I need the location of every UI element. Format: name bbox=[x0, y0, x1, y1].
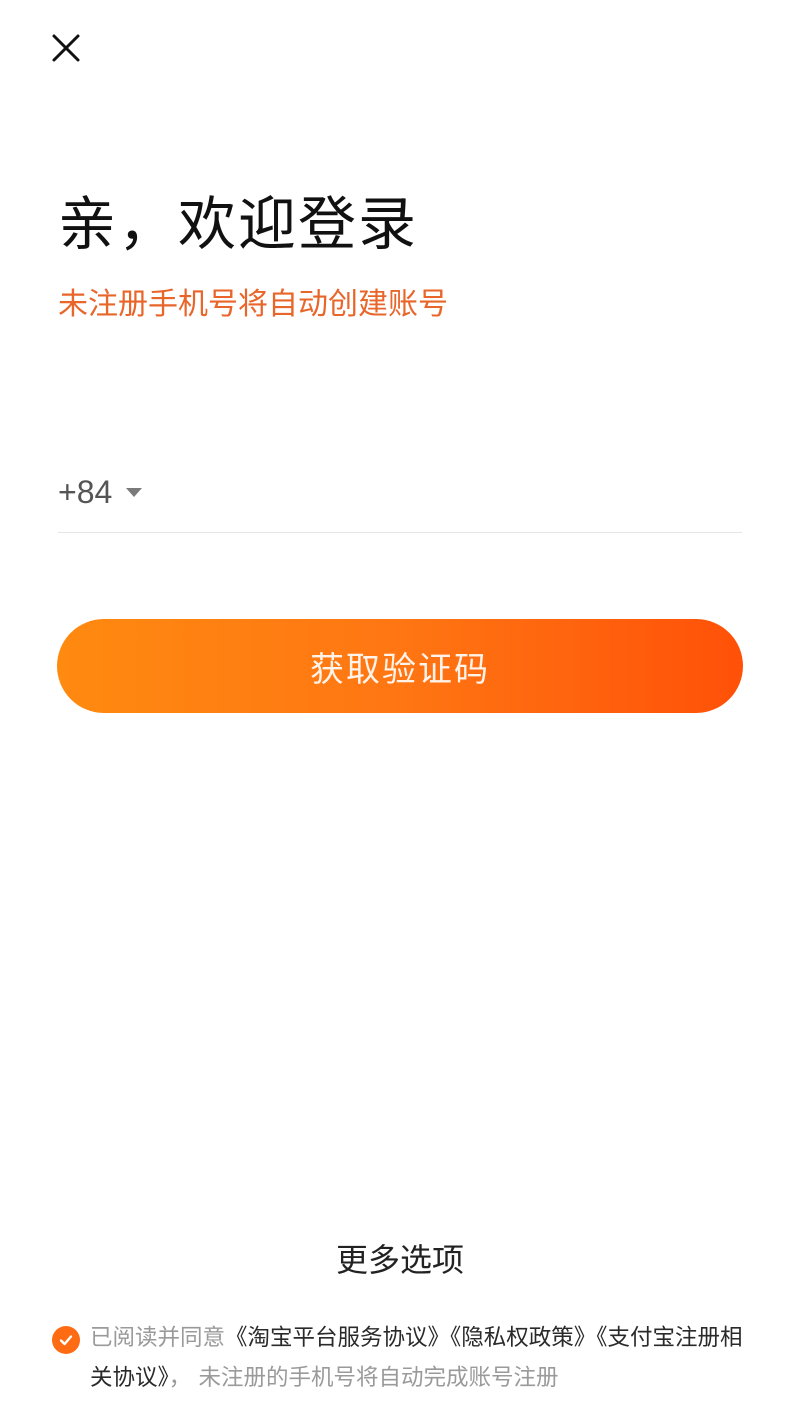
phone-row: +84 bbox=[58, 452, 742, 533]
phone-input[interactable] bbox=[166, 459, 742, 525]
close-icon bbox=[52, 34, 80, 62]
page-title: 亲，欢迎登录 bbox=[58, 190, 419, 258]
agreement-text: 已阅读并同意《淘宝平台服务协议》《隐私权政策》《支付宝注册相关协议》， 未注册的… bbox=[90, 1318, 750, 1398]
caret-down-icon bbox=[126, 488, 143, 497]
get-verification-code-label: 获取验证码 bbox=[310, 649, 490, 690]
agreement-checkbox[interactable] bbox=[52, 1326, 80, 1354]
agreement-suffix: 未注册的手机号将自动完成账号注册 bbox=[198, 1365, 559, 1391]
get-verification-code-button[interactable]: 获取验证码 bbox=[57, 619, 743, 713]
privacy-policy-link[interactable]: 《隐私权政策》 bbox=[450, 1325, 596, 1351]
country-code-selector[interactable]: +84 bbox=[58, 460, 143, 524]
more-options-link[interactable]: 更多选项 bbox=[0, 1238, 800, 1282]
agreement-prefix: 已阅读并同意 bbox=[90, 1325, 226, 1351]
page-subtitle: 未注册手机号将自动创建账号 bbox=[58, 287, 448, 322]
agreement-separator: ， bbox=[168, 1365, 192, 1391]
taobao-platform-service-agreement-link[interactable]: 《淘宝平台服务协议》 bbox=[225, 1325, 450, 1351]
agreement-row: 已阅读并同意《淘宝平台服务协议》《隐私权政策》《支付宝注册相关协议》， 未注册的… bbox=[52, 1318, 752, 1398]
checkmark-icon bbox=[59, 1335, 73, 1346]
country-code-label: +84 bbox=[58, 473, 113, 510]
close-button[interactable] bbox=[44, 26, 88, 70]
